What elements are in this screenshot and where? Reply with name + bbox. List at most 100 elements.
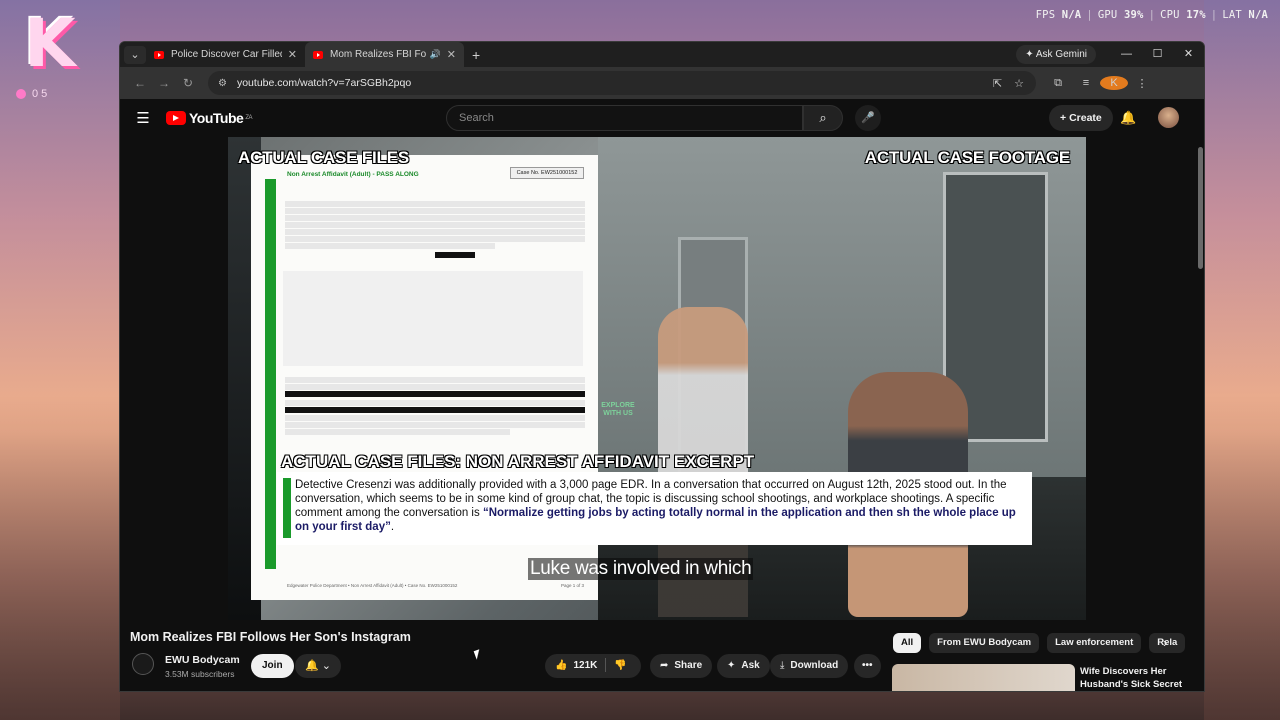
case-number-box: Case No. EW251000152 — [510, 167, 584, 179]
excerpt-label: ACTUAL CASE FILES: NON ARREST AFFIDAVIT … — [281, 452, 755, 471]
ask-button[interactable]: ✦ Ask — [717, 654, 770, 678]
speaker-icon[interactable]: 🔊 — [430, 49, 441, 60]
account-avatar[interactable] — [1158, 107, 1179, 128]
ask-label: Ask — [741, 660, 760, 671]
chip-law-enforcement[interactable]: Law enforcement — [1047, 633, 1142, 653]
search-icon[interactable]: ⌕ — [803, 105, 843, 131]
extensions-icon[interactable]: ⧉ — [1044, 77, 1072, 90]
excerpt-end: . — [390, 521, 395, 533]
document-paragraph — [285, 377, 585, 436]
tab-title: Mom Realizes FBI Follows H — [330, 49, 426, 60]
scrollbar-thumb[interactable] — [1198, 147, 1203, 269]
youtube-header: ☰ YouTube ZA Search ⌕ 🎤 + Create 🔔 — [120, 99, 1204, 137]
forward-icon[interactable]: → — [152, 76, 176, 90]
gpu-value: 39% — [1123, 9, 1144, 21]
profile-button[interactable]: K — [1100, 76, 1128, 90]
microphone-icon[interactable]: 🎤 — [855, 105, 881, 131]
channel-avatar[interactable] — [132, 653, 154, 675]
k-app-logo: K — [24, 5, 76, 82]
browser-window: ⌄ Police Discover Car Filled With ✕ Mom … — [119, 41, 1205, 692]
document-footer: Edgewater Police Department • Non Arrest… — [287, 583, 458, 588]
label-case-footage: ACTUAL CASE FOOTAGE — [864, 148, 1070, 167]
dislike-button[interactable]: 👎 — [614, 660, 626, 671]
youtube-icon — [313, 50, 323, 59]
minimize-icon[interactable]: — — [1111, 42, 1142, 67]
subscriber-count: 3.53M subscribers — [165, 669, 235, 679]
menu-dots-icon[interactable]: ⋮ — [1128, 77, 1156, 90]
search-input[interactable]: Search — [446, 105, 803, 131]
tab-title: Police Discover Car Filled With — [171, 49, 282, 60]
related-chips: All From EWU Bodycam Law enforcement Rel… — [893, 633, 1186, 653]
close-tab-icon[interactable]: ✕ — [447, 48, 456, 61]
fps-label: FPS — [1035, 9, 1056, 21]
download-button[interactable]: ⤓ Download — [770, 654, 849, 678]
more-dots-icon: ••• — [862, 660, 873, 671]
channel-name[interactable]: EWU Bodycam — [165, 654, 240, 666]
closed-caption: Luke was involved in which — [528, 558, 754, 580]
desktop-wallpaper-left — [0, 0, 120, 720]
bookmark-star-icon[interactable]: ☆ — [1014, 77, 1024, 90]
subscription-bell-button[interactable]: 🔔 ⌄ — [295, 654, 341, 678]
cpu-value: 17% — [1186, 9, 1206, 21]
document-page-number: Page 1 of 3 — [560, 583, 584, 588]
like-dislike-group: 👍 121K 👎 — [545, 654, 641, 678]
video-info-section: Mom Realizes FBI Follows Her Son's Insta… — [120, 620, 1204, 691]
redaction-bar — [285, 391, 585, 397]
reading-list-icon[interactable]: ≡ — [1072, 77, 1100, 89]
maximize-icon[interactable]: ☐ — [1142, 42, 1173, 67]
thumbs-down-icon: 👎 — [614, 660, 627, 671]
tab-current-video[interactable]: Mom Realizes FBI Follows H 🔊 ✕ — [305, 42, 464, 67]
document-title: Non Arrest Affidavit (Adult) - PASS ALON… — [287, 171, 419, 178]
create-button[interactable]: + Create — [1049, 105, 1113, 131]
url-field[interactable]: ⚙ youtube.com/watch?v=7arSGBh2pqo ⇱ ☆ — [208, 71, 1036, 95]
youtube-logo[interactable]: YouTube ZA — [166, 110, 252, 126]
chip-from-channel[interactable]: From EWU Bodycam — [929, 633, 1040, 653]
ask-gemini-button[interactable]: ✦ Ask Gemini — [1016, 45, 1096, 64]
desktop-wallpaper-right — [1204, 0, 1280, 720]
k-app-meta-text: 0 5 — [32, 88, 48, 100]
redaction-bar — [285, 406, 585, 413]
join-button[interactable]: Join — [251, 654, 294, 678]
more-actions-button[interactable]: ••• — [854, 654, 881, 678]
recommendation-title[interactable]: Wife Discovers Her Husband's Sick Secret — [1080, 666, 1200, 691]
lat-label: LAT — [1222, 9, 1242, 21]
back-icon[interactable]: ← — [128, 76, 152, 90]
hamburger-menu-icon[interactable]: ☰ — [120, 109, 166, 127]
recommendation-thumbnail[interactable] — [892, 664, 1075, 691]
like-button[interactable]: 👍 121K — [555, 660, 597, 671]
affidavit-excerpt: Detective Cresenzi was additionally prov… — [277, 472, 1032, 545]
install-app-icon[interactable]: ⇱ — [993, 77, 1002, 90]
toolbar-right: ⧉ ≡ K ⋮ — [1044, 76, 1156, 90]
page-scrollbar[interactable] — [1196, 137, 1204, 691]
thumbs-up-icon: 👍 — [555, 660, 568, 671]
youtube-play-icon — [166, 111, 186, 125]
gpu-label: GPU — [1097, 9, 1118, 21]
tab-search-chevron-icon[interactable]: ⌄ — [124, 45, 146, 64]
download-label: Download — [790, 660, 839, 671]
tab-police-video[interactable]: Police Discover Car Filled With ✕ — [146, 42, 305, 67]
chip-all[interactable]: All — [893, 633, 922, 653]
reload-icon[interactable]: ↻ — [176, 76, 200, 90]
close-window-icon[interactable]: ✕ — [1173, 42, 1204, 67]
close-tab-icon[interactable]: ✕ — [288, 48, 297, 61]
video-title: Mom Realizes FBI Follows Her Son's Insta… — [130, 630, 411, 644]
create-label: Create — [1069, 112, 1102, 124]
label-case-files: ACTUAL CASE FILES — [238, 148, 410, 167]
notifications-bell-icon[interactable]: 🔔 — [1120, 105, 1136, 131]
video-player[interactable]: Case No. EW251000152 Non Arrest Affidavi… — [228, 137, 1086, 620]
url-text: youtube.com/watch?v=7arSGBh2pqo — [236, 77, 412, 89]
share-button[interactable]: ➦ Share — [650, 654, 713, 678]
chevron-right-icon[interactable]: › — [1163, 635, 1167, 650]
profile-initial: K — [1100, 76, 1128, 90]
download-icon: ⤓ — [780, 660, 785, 671]
k-app-meta: 0 5 — [16, 88, 47, 100]
youtube-logo-text: YouTube — [189, 110, 244, 126]
site-info-icon[interactable]: ⚙ — [218, 78, 227, 89]
window-controls: — ☐ ✕ — [1111, 42, 1204, 67]
tab-bar: ⌄ Police Discover Car Filled With ✕ Mom … — [120, 42, 1204, 67]
new-tab-button[interactable]: + — [472, 47, 480, 63]
document-paragraph — [285, 201, 585, 260]
sparkle-icon: ✦ — [727, 660, 736, 671]
performance-overlay: FPS N/A | GPU 39% | CPU 17% | LAT N/A — [1035, 9, 1268, 21]
share-icon: ➦ — [660, 660, 669, 671]
